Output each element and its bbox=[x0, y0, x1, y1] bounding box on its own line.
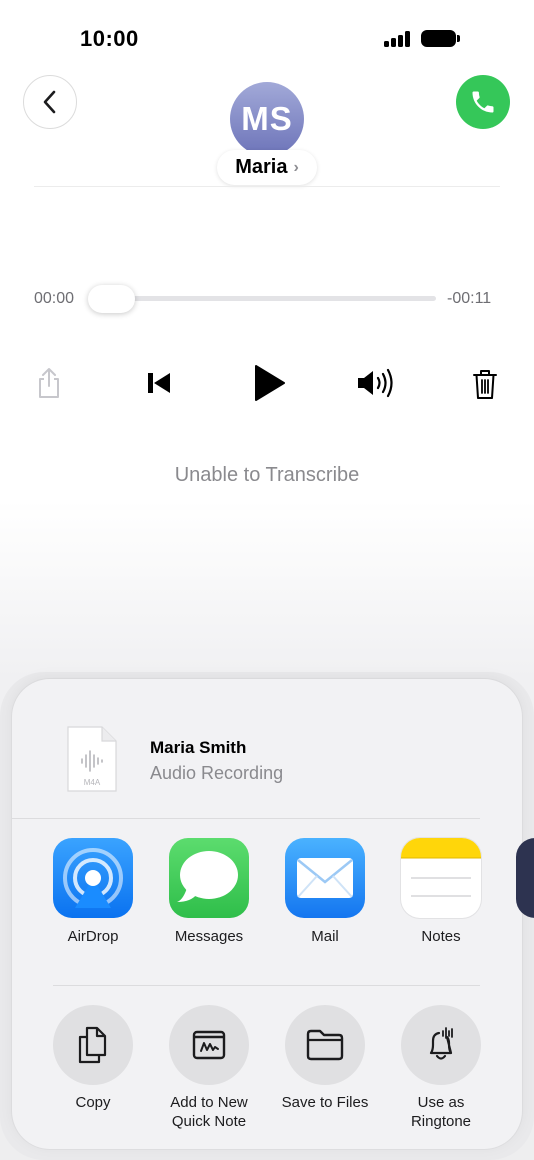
chevron-right-icon: › bbox=[293, 158, 299, 176]
svg-text:M4A: M4A bbox=[84, 778, 101, 787]
folder-icon bbox=[306, 1029, 344, 1061]
action-label-copy: Copy bbox=[75, 1094, 111, 1111]
app-label-airdrop: AirDrop bbox=[67, 928, 119, 945]
save-to-files-button[interactable] bbox=[285, 1005, 365, 1085]
skip-back-icon bbox=[148, 373, 170, 393]
delete-button[interactable] bbox=[466, 364, 504, 404]
bell-icon bbox=[429, 1027, 453, 1060]
speaker-button[interactable] bbox=[354, 364, 398, 402]
mail-app-button[interactable] bbox=[285, 838, 365, 918]
playback-scrubber-thumb[interactable] bbox=[88, 285, 135, 313]
contact-name: Maria bbox=[235, 156, 288, 178]
status-time: 10:00 bbox=[80, 26, 139, 51]
airdrop-icon bbox=[63, 848, 123, 908]
action-label-ringtone: Use as Ringtone bbox=[410, 1094, 472, 1130]
mail-icon bbox=[297, 858, 353, 898]
action-label-quick-note: Add to New Quick Note bbox=[170, 1094, 248, 1130]
quick-note-button[interactable] bbox=[169, 1005, 249, 1085]
quick-note-icon bbox=[192, 1030, 226, 1060]
audio-file-icon: M4A bbox=[66, 725, 118, 793]
share-sheet-divider-actions bbox=[53, 985, 480, 986]
notes-icon bbox=[401, 838, 481, 897]
messages-app-button[interactable] bbox=[169, 838, 249, 918]
contact-name-button[interactable]: Maria › bbox=[217, 150, 317, 185]
app-label-notes: Notes bbox=[421, 928, 461, 945]
trash-icon bbox=[473, 370, 497, 399]
use-as-ringtone-button[interactable] bbox=[401, 1005, 481, 1085]
playback-scrubber-track[interactable] bbox=[92, 296, 436, 301]
messages-icon bbox=[177, 851, 238, 902]
speaker-icon bbox=[358, 368, 393, 398]
app-label-mail: Mail bbox=[311, 928, 339, 945]
copy-button[interactable] bbox=[53, 1005, 133, 1085]
elapsed-time: 00:00 bbox=[34, 290, 75, 307]
battery-icon bbox=[421, 30, 456, 47]
file-subtitle: Audio Recording bbox=[150, 763, 284, 783]
app-label-messages: Messages bbox=[174, 928, 244, 945]
share-button[interactable] bbox=[30, 364, 68, 402]
play-icon bbox=[255, 365, 285, 401]
header-divider bbox=[34, 186, 500, 187]
more-apps-partial-icon[interactable] bbox=[516, 838, 534, 918]
play-button[interactable] bbox=[245, 359, 293, 407]
cellular-signal-icon bbox=[384, 31, 412, 47]
skip-back-button[interactable] bbox=[140, 364, 178, 402]
airdrop-app-button[interactable] bbox=[53, 838, 133, 918]
phone-icon bbox=[472, 91, 494, 113]
copy-icon bbox=[78, 1026, 107, 1064]
share-sheet-divider bbox=[12, 818, 480, 819]
action-label-save-to-files: Save to Files bbox=[281, 1094, 369, 1111]
back-button[interactable] bbox=[23, 75, 77, 129]
chevron-left-icon bbox=[43, 90, 56, 114]
call-button[interactable] bbox=[456, 75, 510, 129]
file-title: Maria Smith bbox=[150, 738, 247, 757]
battery-tip bbox=[457, 35, 460, 42]
notes-app-button[interactable] bbox=[401, 838, 481, 918]
remaining-time: -00:11 bbox=[447, 290, 492, 307]
share-icon bbox=[39, 368, 59, 398]
contact-avatar[interactable]: MS bbox=[230, 82, 304, 156]
transcription-status: Unable to Transcribe bbox=[174, 464, 360, 486]
